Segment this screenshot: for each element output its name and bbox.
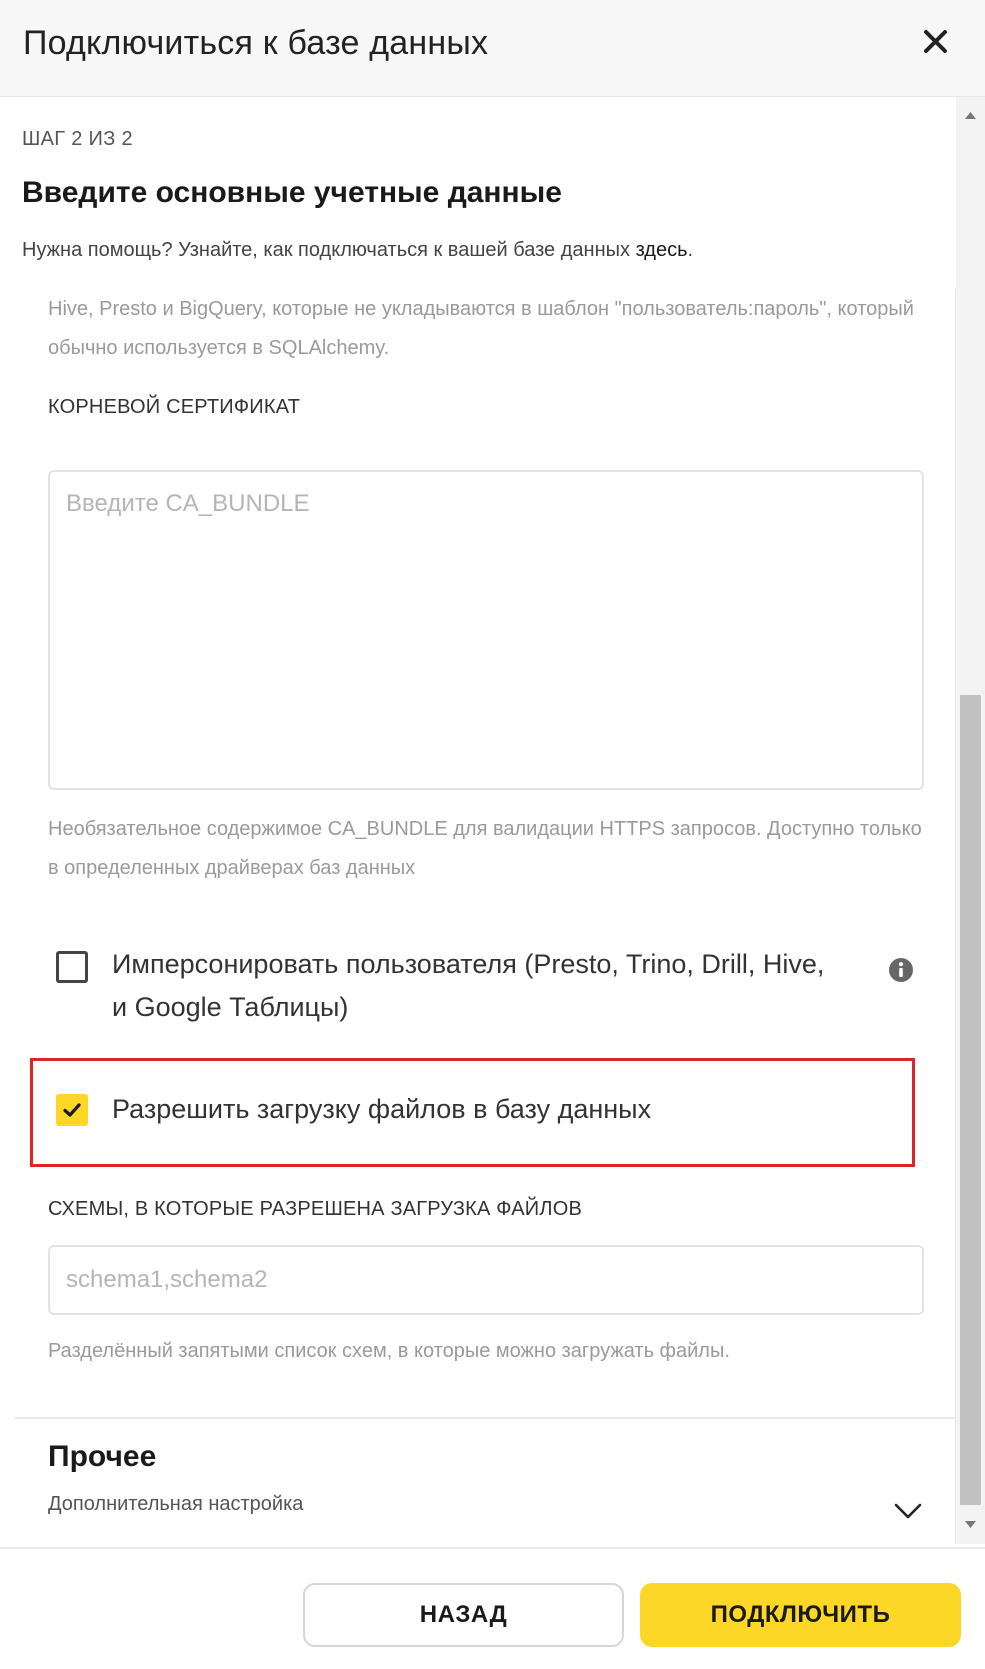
allow-upload-label: Разрешить загрузку файлов в базу данных — [112, 1094, 652, 1124]
help-link[interactable]: здесь — [636, 239, 688, 261]
footer-divider — [0, 1547, 985, 1549]
modal-header: Подключиться к базе данных — [0, 0, 985, 97]
schemas-description: Разделённый запятыми список схем, в кото… — [48, 1340, 730, 1362]
scroll-up-arrow-icon[interactable] — [956, 107, 985, 123]
allow-upload-checkbox[interactable] — [56, 1094, 88, 1126]
schemas-label: СХЕМЫ, В КОТОРЫЕ РАЗРЕШЕНА ЗАГРУЗКА ФАЙЛ… — [48, 1198, 583, 1220]
section-divider — [15, 1417, 955, 1419]
checkmark-icon — [63, 1103, 81, 1117]
scroll-down-arrow-icon[interactable] — [956, 1517, 985, 1533]
impersonate-checkbox[interactable] — [56, 951, 88, 983]
root-cert-label: КОРНЕВОЙ СЕРТИФИКАТ — [48, 396, 301, 418]
back-button[interactable]: НАЗАД — [303, 1583, 624, 1647]
other-section-title[interactable]: Прочее — [48, 1440, 156, 1474]
other-section-subtitle: Дополнительная настройка — [48, 1493, 304, 1515]
root-cert-description: Необязательное содержимое CA_BUNDLE для … — [48, 818, 922, 879]
help-text: Нужна помощь? Узнайте, как подключаться … — [22, 239, 693, 262]
root-cert-textarea[interactable] — [48, 470, 924, 790]
step-indicator: ШАГ 2 ИЗ 2 — [22, 128, 133, 150]
scrollbar[interactable] — [956, 97, 985, 1544]
previous-field-description: Hive, Presto и BigQuery, которые не укла… — [48, 298, 914, 359]
section-title: Введите основные учетные данные — [22, 176, 562, 209]
info-icon[interactable] — [888, 957, 914, 983]
chevron-down-icon[interactable] — [892, 1500, 924, 1522]
close-icon[interactable] — [918, 24, 954, 60]
scrollbar-thumb[interactable] — [960, 695, 981, 1505]
help-text-suffix: . — [687, 239, 694, 261]
impersonate-row: Имперсонировать пользователя (Presto, Tr… — [48, 943, 928, 1033]
modal-title: Подключиться к базе данных — [23, 24, 489, 62]
schemas-input[interactable] — [48, 1245, 924, 1315]
connect-button[interactable]: ПОДКЛЮЧИТЬ — [640, 1583, 961, 1647]
impersonate-label: Имперсонировать пользователя (Presto, Tr… — [112, 949, 825, 1022]
allow-upload-row: Разрешить загрузку файлов в базу данных — [48, 1088, 928, 1138]
help-text-prefix: Нужна помощь? Узнайте, как подключаться … — [22, 239, 636, 261]
